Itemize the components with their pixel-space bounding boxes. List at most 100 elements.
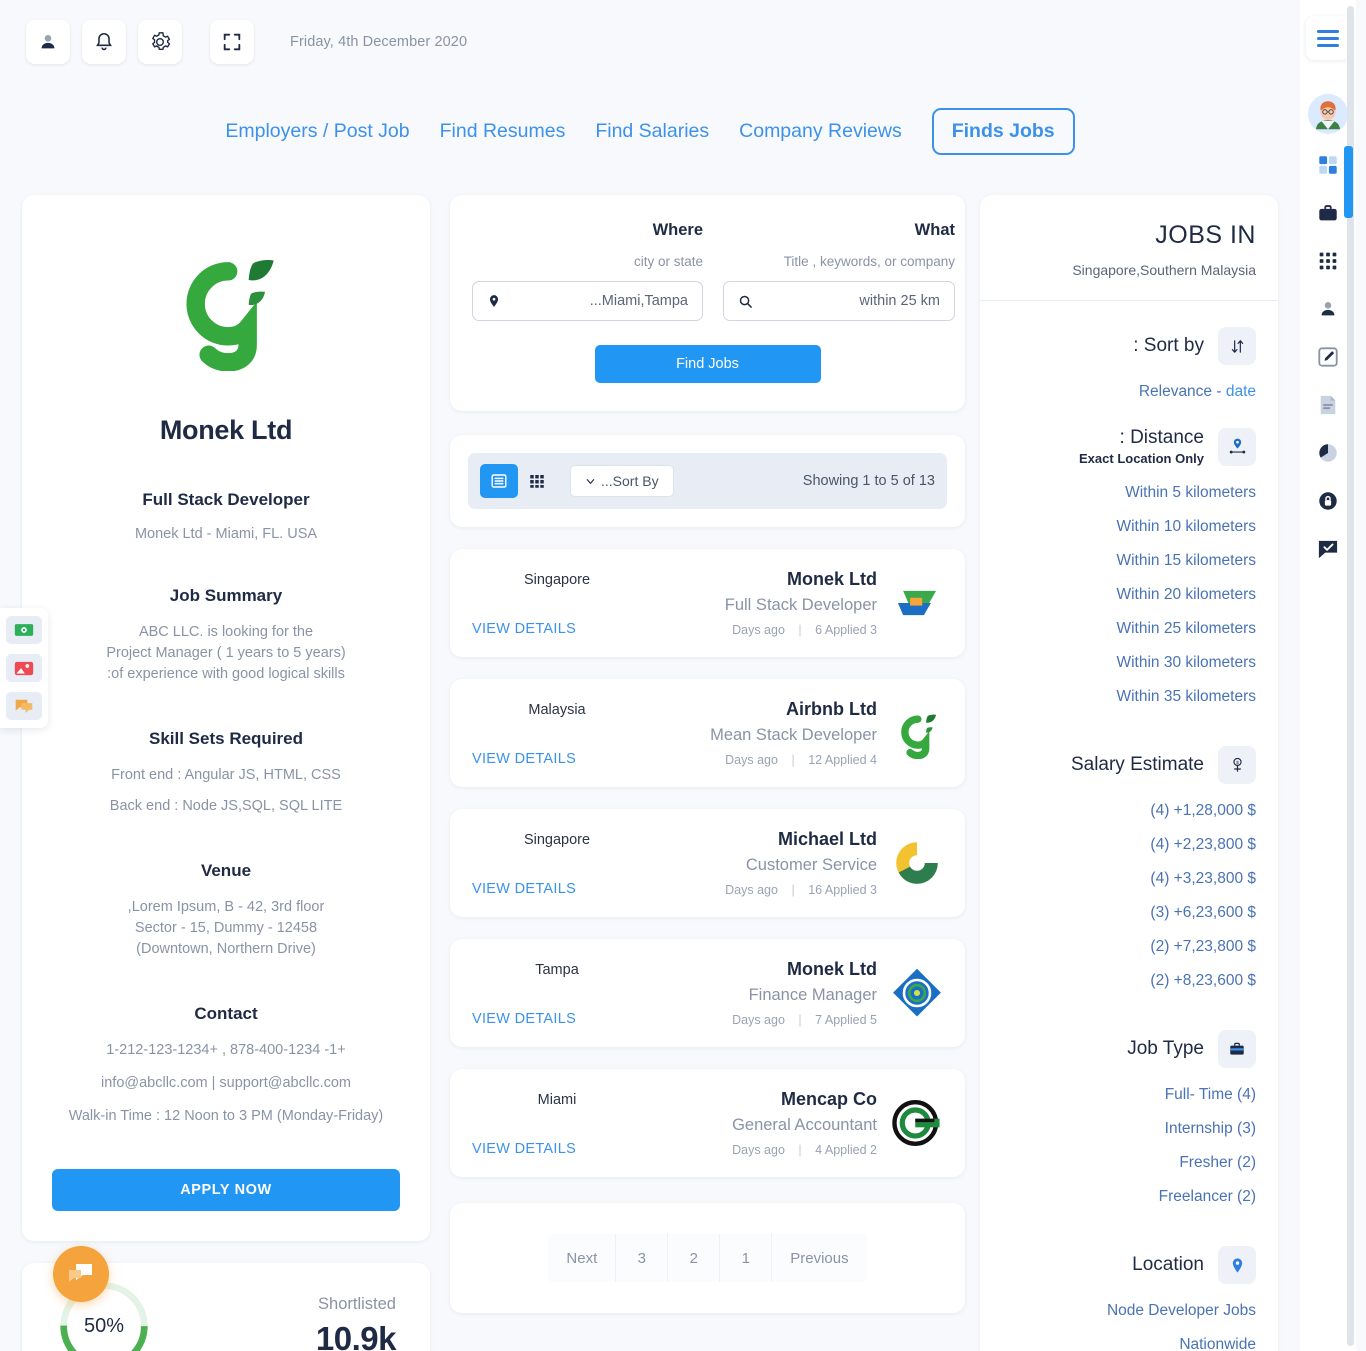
job-title: Full Stack Developer — [724, 596, 877, 614]
scrollbar-thumb[interactable] — [1344, 146, 1353, 218]
distance-option[interactable]: Within 35 kilometers — [1002, 688, 1256, 706]
job-left: Singapore VIEW DETAILS — [472, 569, 642, 637]
middle-column: Where city or state What Title , keyword… — [450, 195, 965, 1313]
location-button[interactable] — [1218, 1246, 1256, 1284]
company-card: Monek Ltd Full Stack Developer Monek Ltd… — [22, 195, 430, 1241]
rail-item-briefcase[interactable] — [1311, 196, 1345, 230]
job-card[interactable]: Singapore VIEW DETAILS Michael Ltd Custo… — [450, 809, 965, 917]
job-type-button[interactable] — [1218, 1030, 1256, 1068]
distance-option[interactable]: Within 25 kilometers — [1002, 620, 1256, 638]
nav-item-find-salaries[interactable]: Find Salaries — [595, 120, 709, 143]
job-type-heading: Job Type — [1127, 1038, 1204, 1059]
salary-button[interactable]: $ — [1218, 746, 1256, 784]
job-type-option[interactable]: Internship (3) — [1002, 1120, 1256, 1138]
view-details-link[interactable]: VIEW DETAILS — [472, 881, 642, 897]
settings-button[interactable] — [138, 20, 182, 64]
nav-item-employers[interactable]: Employers / Post Job — [225, 120, 409, 143]
job-card[interactable]: Tampa VIEW DETAILS Monek Ltd Finance Man… — [450, 939, 965, 1047]
job-card[interactable]: Singapore VIEW DETAILS Monek Ltd Full St… — [450, 549, 965, 657]
where-title: Where — [652, 221, 703, 239]
rail-item-lock[interactable] — [1311, 484, 1345, 518]
sort-by-dropdown[interactable]: ...Sort By — [570, 465, 674, 497]
chevron-down-icon — [586, 478, 595, 484]
job-type-option[interactable]: Freelancer (2) — [1002, 1188, 1256, 1206]
apply-now-button[interactable]: APPLY NOW — [52, 1169, 400, 1211]
rail-item-message[interactable] — [1311, 532, 1345, 566]
view-details-link[interactable]: VIEW DETAILS — [472, 1141, 642, 1157]
job-card[interactable]: Miami VIEW DETAILS Mencap Co General Acc… — [450, 1069, 965, 1177]
sort-arrows-button[interactable] — [1218, 327, 1256, 365]
list-view-button[interactable] — [480, 464, 518, 498]
salary-option[interactable]: (4) +1,28,000 $ — [1002, 802, 1256, 820]
rail-item-pie-chart[interactable] — [1311, 436, 1345, 470]
skills-title: Skill Sets Required — [149, 729, 303, 748]
view-details-link[interactable]: VIEW DETAILS — [472, 621, 642, 637]
left-column: Monek Ltd Full Stack Developer Monek Ltd… — [22, 195, 430, 1351]
distance-option[interactable]: Within 10 kilometers — [1002, 518, 1256, 536]
avatar[interactable] — [1308, 94, 1348, 134]
image-button[interactable] — [6, 654, 42, 682]
page-next[interactable]: Next — [548, 1234, 617, 1282]
job-text: Monek Ltd Finance Manager Days ago | 7 A… — [732, 959, 877, 1027]
venue-title: Venue — [200, 861, 252, 880]
lock-icon — [1319, 492, 1337, 510]
rail-item-apps[interactable] — [1311, 244, 1345, 278]
page-3[interactable]: 3 — [616, 1234, 669, 1282]
chat-button[interactable] — [6, 692, 42, 720]
salary-option[interactable]: (4) +3,23,800 $ — [1002, 870, 1256, 888]
grid-icon — [1319, 156, 1337, 174]
rail-item-user[interactable] — [1311, 292, 1345, 326]
page-1[interactable]: 1 — [720, 1234, 773, 1282]
view-details-link[interactable]: VIEW DETAILS — [472, 751, 642, 767]
where-input[interactable] — [501, 293, 688, 309]
nav-item-find-resumes[interactable]: Find Resumes — [440, 120, 566, 143]
what-input-wrap[interactable] — [723, 281, 955, 321]
job-meta: Days ago | 7 Applied 5 — [732, 1013, 877, 1027]
page-previous[interactable]: Previous — [772, 1234, 867, 1282]
grid-view-button[interactable] — [518, 464, 556, 498]
page-2[interactable]: 2 — [668, 1234, 721, 1282]
location-option[interactable]: Node Developer Jobs — [1002, 1302, 1256, 1320]
distance-button[interactable] — [1218, 427, 1256, 466]
salary-option[interactable]: (2) +7,23,800 $ — [1002, 938, 1256, 956]
chat-fab-button[interactable] — [53, 1246, 109, 1302]
view-details-link[interactable]: VIEW DETAILS — [472, 1011, 642, 1027]
distance-heading-text: : Distance Exact Location Only — [1079, 427, 1204, 466]
job-type-heading-text: Job Type — [1127, 1038, 1204, 1060]
find-jobs-button[interactable]: Find Jobs — [594, 345, 821, 383]
sort-date[interactable]: date — [1226, 383, 1256, 400]
sort-relevance-row[interactable]: Relevance - date — [1002, 383, 1256, 401]
distance-option[interactable]: Within 20 kilometers — [1002, 586, 1256, 604]
salary-option[interactable]: (2) +8,23,600 $ — [1002, 972, 1256, 990]
briefcase-icon — [1230, 1042, 1244, 1055]
nav-item-finds-jobs[interactable]: Finds Jobs — [931, 108, 1075, 155]
what-input[interactable] — [753, 293, 940, 309]
sort-relevance: Relevance - — [1138, 383, 1226, 400]
salary-option[interactable]: (4) +2,23,800 $ — [1002, 836, 1256, 854]
job-text: Airbnb Ltd Mean Stack Developer Days ago… — [710, 699, 877, 767]
job-location: Miami — [537, 1092, 577, 1108]
notifications-button[interactable] — [82, 20, 126, 64]
nav-item-company-reviews[interactable]: Company Reviews — [739, 120, 902, 143]
rail-item-grid[interactable] — [1311, 148, 1345, 182]
rail-item-document[interactable] — [1311, 388, 1345, 422]
money-button[interactable] — [6, 616, 42, 644]
job-applied: 16 Applied 3 — [808, 883, 877, 897]
salary-option[interactable]: (3) +6,23,600 $ — [1002, 904, 1256, 922]
distance-option[interactable]: Within 15 kilometers — [1002, 552, 1256, 570]
job-card[interactable]: Malaysia VIEW DETAILS Airbnb Ltd Mean St… — [450, 679, 965, 787]
right-rail — [1300, 0, 1356, 1351]
sort-heading: : Sort by — [1133, 335, 1204, 356]
distance-option[interactable]: Within 5 kilometers — [1002, 484, 1256, 502]
rail-item-edit[interactable] — [1311, 340, 1345, 374]
fullscreen-button[interactable] — [210, 20, 254, 64]
job-type-option[interactable]: Full- Time (4) — [1002, 1086, 1256, 1104]
job-meta: Days ago | 16 Applied 3 — [725, 883, 877, 897]
user-button[interactable] — [26, 20, 70, 64]
where-input-wrap[interactable] — [472, 281, 703, 321]
distance-option[interactable]: Within 30 kilometers — [1002, 654, 1256, 672]
scrollbar-track[interactable] — [1344, 6, 1354, 1346]
menu-toggle-button[interactable] — [1306, 16, 1350, 60]
job-type-option[interactable]: Fresher (2) — [1002, 1154, 1256, 1172]
location-option[interactable]: Nationwide — [1002, 1336, 1256, 1351]
